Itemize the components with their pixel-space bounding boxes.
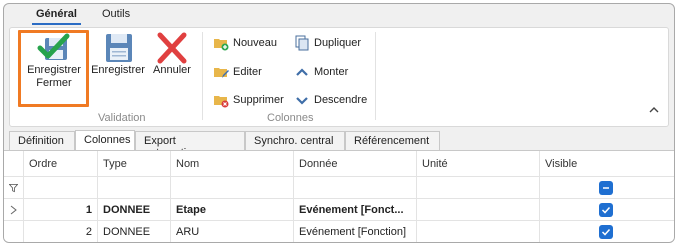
tab-synchro-central[interactable]: Synchro. central (245, 131, 345, 150)
tab-export-automatique[interactable]: Export automatique (135, 131, 245, 159)
move-up-button[interactable]: Monter (294, 63, 348, 81)
cell-ordre[interactable]: 2 (24, 221, 98, 242)
column-header-nom[interactable]: Nom (171, 151, 294, 176)
cell-unite[interactable] (417, 221, 540, 242)
row-indicator-header (4, 151, 24, 176)
ribbon-tab-general[interactable]: Général (32, 8, 81, 25)
chevron-up-icon (296, 68, 308, 76)
folder-add-icon (214, 39, 229, 51)
collapse-ribbon-icon[interactable] (648, 104, 660, 116)
filter-cell-visible[interactable] (540, 177, 674, 198)
duplicate-icon (295, 35, 309, 51)
filter-cell-nom[interactable] (171, 177, 294, 198)
column-header-ordre[interactable]: Ordre (24, 151, 98, 176)
group-separator (375, 32, 376, 120)
cell-type[interactable]: DONNEE (98, 221, 171, 242)
checkmark-icon (601, 206, 611, 214)
column-header-donnee[interactable]: Donnée (294, 151, 417, 176)
cancel-x-icon (157, 32, 187, 64)
save-close-button[interactable]: Enregistrer Fermer (19, 32, 89, 90)
grid-header-row: Ordre Type Nom Donnée Unité Visible (4, 151, 674, 177)
cancel-button[interactable]: Annuler (149, 32, 195, 77)
visible-checkbox[interactable] (599, 202, 613, 217)
down-label: Descendre (314, 94, 368, 106)
tab-referencement[interactable]: Référencement (345, 131, 440, 150)
cell-visible[interactable] (540, 221, 674, 242)
chevron-down-icon (296, 97, 308, 105)
edit-label: Editer (233, 66, 262, 78)
save-check-icon (37, 33, 70, 60)
column-header-unite[interactable]: Unité (417, 151, 540, 176)
editor-window: Général Outils Enregistrer Fermer Enregi… (3, 3, 675, 243)
table-row[interactable]: 2 DONNEE ARU Evénement [Fonction] (4, 221, 674, 242)
up-label: Monter (314, 66, 349, 78)
delete-label: Supprimer (233, 94, 284, 106)
filter-cell-donnee[interactable] (294, 177, 417, 198)
group-separator (202, 32, 203, 120)
cancel-label: Annuler (153, 64, 191, 76)
minus-icon (603, 186, 609, 189)
tab-colonnes[interactable]: Colonnes (75, 130, 135, 151)
cell-nom[interactable]: ARU (171, 221, 294, 242)
save-label: Enregistrer (91, 64, 145, 76)
filter-visible-checkbox[interactable] (599, 180, 613, 195)
filter-icon-cell (4, 177, 24, 198)
colonnes-group-label: Colonnes (267, 112, 314, 124)
ribbon-tab-outils[interactable]: Outils (102, 8, 130, 20)
save-icon (106, 34, 132, 62)
row-indicator (4, 199, 24, 220)
columns-grid: Ordre Type Nom Donnée Unité Visible 1 DO… (4, 150, 674, 242)
duplicate-label: Dupliquer (314, 37, 362, 49)
filter-cell-ordre[interactable] (24, 177, 98, 198)
folder-delete-icon (214, 96, 229, 108)
tab-definition[interactable]: Définition (9, 131, 75, 150)
cell-unite[interactable] (417, 199, 540, 220)
new-column-button[interactable]: Nouveau (213, 34, 277, 52)
cell-ordre[interactable]: 1 (24, 199, 98, 220)
filter-row (4, 177, 674, 199)
filter-icon[interactable] (9, 183, 18, 193)
duplicate-column-button[interactable]: Dupliquer (294, 34, 361, 52)
ribbon-tab-bar: Général Outils (4, 4, 674, 26)
table-row[interactable]: 1 DONNEE Etape Evénement [Fonct... (4, 199, 674, 221)
validation-group-label: Validation (98, 112, 146, 124)
move-down-button[interactable]: Descendre (294, 91, 367, 109)
edit-column-button[interactable]: Editer (213, 63, 262, 81)
column-header-visible[interactable]: Visible (540, 151, 674, 176)
filter-cell-type[interactable] (98, 177, 171, 198)
row-indicator (4, 221, 24, 242)
save-close-label-2: Fermer (36, 77, 72, 89)
filter-cell-unite[interactable] (417, 177, 540, 198)
folder-edit-icon (214, 68, 229, 78)
current-row-arrow-icon (10, 205, 17, 214)
save-close-label-1: Enregistrer (27, 64, 81, 76)
cell-type[interactable]: DONNEE (98, 199, 171, 220)
cell-donnee[interactable]: Evénement [Fonction] (294, 221, 417, 242)
ribbon: Enregistrer Fermer Enregistrer Annuler V… (9, 27, 669, 127)
property-tab-bar: Définition Colonnes Export automatique S… (4, 130, 674, 159)
cell-nom[interactable]: Etape (171, 199, 294, 220)
delete-column-button[interactable]: Supprimer (213, 91, 284, 109)
save-button[interactable]: Enregistrer (90, 32, 146, 77)
column-header-type[interactable]: Type (98, 151, 171, 176)
checkmark-icon (601, 228, 611, 236)
visible-checkbox[interactable] (599, 224, 613, 239)
cell-donnee[interactable]: Evénement [Fonct... (294, 199, 417, 220)
cell-visible[interactable] (540, 199, 674, 220)
new-label: Nouveau (233, 37, 278, 49)
